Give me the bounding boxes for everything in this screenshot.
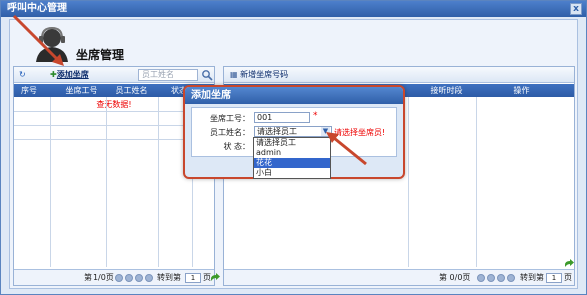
add-number-label: 新增坐席号码 xyxy=(240,70,289,79)
first-page-icon[interactable] xyxy=(477,274,485,282)
prev-page-icon[interactable] xyxy=(487,274,495,282)
chevron-down-icon[interactable]: ▼ xyxy=(321,127,330,136)
pager-prefix: 第 xyxy=(84,273,92,282)
go-arrow-icon[interactable] xyxy=(564,259,574,269)
employee-name-label: 员工姓名： xyxy=(210,128,250,137)
col-operation: 操作 xyxy=(513,86,530,95)
goto-label: 转到第 xyxy=(157,273,181,282)
status-label: 状 态： xyxy=(223,142,250,151)
refresh-icon[interactable]: ↻ xyxy=(19,69,26,81)
first-page-icon[interactable] xyxy=(115,274,123,282)
employee-select[interactable]: 请选择员工 ▼ xyxy=(254,126,332,137)
grid-divider xyxy=(106,97,107,267)
required-mark: * xyxy=(313,111,318,121)
add-number-button[interactable]: ▦ 新增坐席号码 xyxy=(230,69,288,81)
dropdown-option[interactable]: 小白 xyxy=(254,168,330,178)
agent-no-input[interactable]: 001 xyxy=(254,112,310,123)
dropdown-option-selected[interactable]: 花花 xyxy=(254,158,330,168)
number-pager: 第 0/0页 转到第 1 页 xyxy=(224,269,574,285)
dialog-title: 添加坐席 xyxy=(185,87,403,104)
last-page-icon[interactable] xyxy=(507,274,515,282)
grid-divider xyxy=(158,97,159,267)
grid-divider xyxy=(50,97,51,267)
close-icon[interactable]: x xyxy=(570,3,582,15)
page-title: 坐席管理 xyxy=(76,48,125,62)
grid-divider xyxy=(408,97,409,267)
pager-suffix: /0页 xyxy=(98,273,114,282)
employee-dropdown-list: 请选择员工 admin 花花 小白 xyxy=(253,137,331,179)
headset-agent-icon xyxy=(36,26,68,62)
dropdown-option[interactable]: 请选择员工 xyxy=(254,138,330,148)
agent-pager: 第 1 /0页 转到第 1 页 xyxy=(14,269,220,285)
employee-search-input[interactable]: 员工姓名 xyxy=(138,69,198,81)
agent-toolbar: ↻ ✚添加坐席 员工姓名 xyxy=(14,67,214,83)
add-person-icon: ✚ xyxy=(50,70,57,79)
page-header: 坐席管理 xyxy=(10,20,577,64)
goto-page-input[interactable]: 1 xyxy=(185,273,201,283)
dropdown-option[interactable]: admin xyxy=(254,148,330,158)
add-number-icon: ▦ xyxy=(230,70,238,79)
col-index: 序号 xyxy=(21,86,37,95)
agent-no-label: 坐席工号： xyxy=(210,114,250,123)
grid-divider xyxy=(476,97,477,267)
prev-page-icon[interactable] xyxy=(125,274,133,282)
col-employee-name: 员工姓名 xyxy=(115,86,148,95)
goto-label: 转到第 xyxy=(520,273,544,282)
employee-select-value: 请选择员工 xyxy=(257,127,297,136)
window-title: 呼叫中心管理 xyxy=(7,3,67,14)
employee-error-message: 请选择坐席员! xyxy=(334,128,386,137)
next-page-icon[interactable] xyxy=(135,274,143,282)
pager-text: 第 0/0页 xyxy=(439,273,471,282)
next-page-icon[interactable] xyxy=(497,274,505,282)
col-agent-no: 坐席工号 xyxy=(65,86,98,95)
goto-unit: 页 xyxy=(564,273,572,282)
window-titlebar: 呼叫中心管理 x xyxy=(1,1,586,17)
goto-page-input[interactable]: 1 xyxy=(546,273,562,283)
go-arrow-icon[interactable] xyxy=(210,273,220,283)
add-agent-label: 添加坐席 xyxy=(56,70,89,79)
col-answer-period: 接听时段 xyxy=(430,86,463,95)
number-toolbar: ▦ 新增坐席号码 xyxy=(224,67,574,83)
search-icon[interactable] xyxy=(201,69,213,81)
add-agent-button[interactable]: ✚添加坐席 xyxy=(50,69,89,81)
last-page-icon[interactable] xyxy=(145,274,153,282)
